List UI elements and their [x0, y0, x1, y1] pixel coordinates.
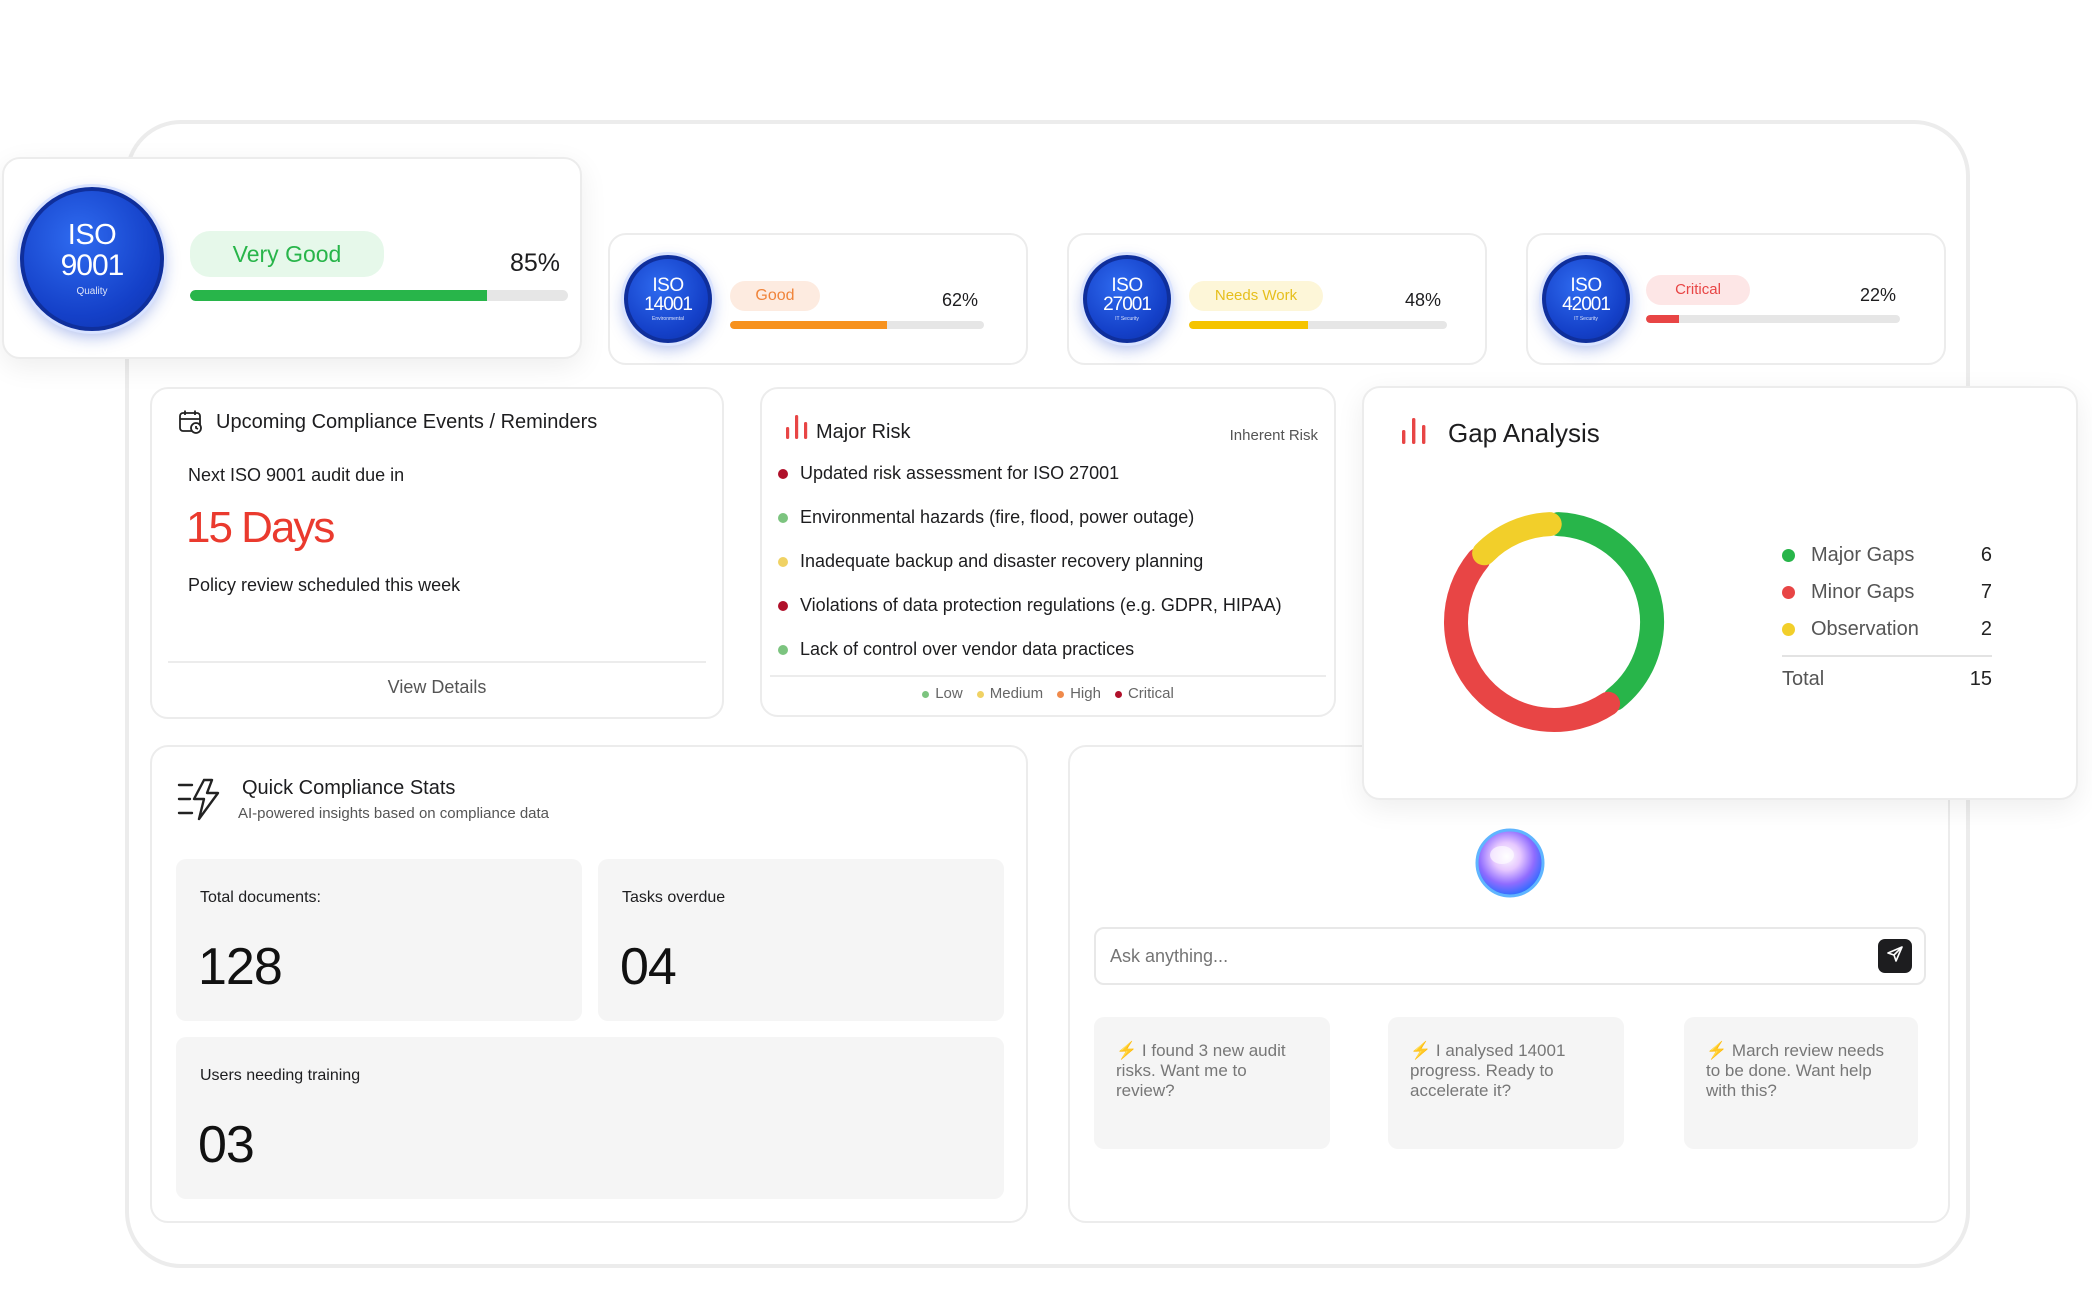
iso-badge-27001: ISO 27001 IT Security — [1083, 255, 1171, 343]
iso-badge-14001: ISO 14001 Environmental — [624, 255, 712, 343]
ask-input[interactable] — [1110, 941, 1870, 971]
bolt-icon: ⚡ — [1116, 1041, 1138, 1060]
progress-fill — [1189, 321, 1308, 329]
gap-total: Total 15 — [1782, 668, 1992, 690]
ai-stats-icon — [176, 777, 224, 828]
suggestion-card[interactable]: ⚡ March review needs to be done. Want he… — [1684, 1017, 1918, 1149]
percent-27001: 48% — [1405, 290, 1442, 310]
risk-item: Lack of control over vendor data practic… — [778, 639, 1134, 660]
gap-donut-chart — [1444, 512, 1664, 732]
view-details-link[interactable]: View Details — [152, 677, 722, 698]
inherent-risk-label: Inherent Risk — [1229, 427, 1318, 444]
iso-card-27001[interactable]: ISO 27001 IT Security Needs Work 48% — [1067, 233, 1487, 365]
progress-fill — [190, 290, 487, 301]
quick-stats-subtitle: AI-powered insights based on compliance … — [238, 805, 550, 822]
bolt-icon: ⚡ — [1706, 1041, 1728, 1060]
risk-item: Updated risk assessment for ISO 27001 — [778, 463, 1119, 484]
risk-dot — [778, 512, 788, 523]
percent-9001: 85% — [510, 249, 561, 277]
bar-chart-icon — [1400, 416, 1428, 451]
gap-legend-item: Major Gaps 6 — [1782, 544, 1992, 567]
legend-critical: Critical — [1114, 685, 1174, 702]
status-pill-42001: Critical — [1646, 275, 1750, 305]
percent-14001: 62% — [942, 290, 979, 310]
events-title: Upcoming Compliance Events / Reminders — [216, 411, 598, 433]
iso-card-9001[interactable]: ISO 9001 Quality Very Good 85% — [2, 157, 582, 359]
percent-42001: 22% — [1860, 285, 1897, 305]
stat-tasks-overdue: Tasks overdue 04 — [598, 859, 1004, 1021]
bar-chart-icon — [784, 413, 810, 446]
gap-legend: Major Gaps 6 Minor Gaps 7 Observation 2 Tot… — [1782, 388, 2002, 788]
quick-stats-card: Quick Compliance Stats AI-powered insigh… — [150, 745, 1028, 1223]
progress-fill — [1646, 315, 1680, 323]
gap-analysis-title: Gap Analysis — [1448, 418, 1600, 448]
progress-fill — [730, 321, 888, 329]
stat-total-documents: Total documents: 128 — [176, 859, 582, 1021]
donut-segment-major-gaps — [1546, 512, 1664, 711]
policy-text: Policy review scheduled this week — [188, 575, 461, 595]
risk-dot — [778, 600, 788, 611]
progress-bar-9001 — [190, 290, 568, 301]
audit-days: 15 Days — [186, 503, 335, 552]
stat-users-training: Users needing training 03 — [176, 1037, 1004, 1199]
progress-bar-27001 — [1189, 321, 1447, 329]
major-risk-card: Major Risk Inherent Risk Updated risk as… — [760, 387, 1336, 717]
iso-badge-42001: ISO 42001 IT Security — [1542, 255, 1630, 343]
send-button[interactable] — [1878, 939, 1912, 973]
risk-legend: Low Medium High Critical — [762, 685, 1334, 702]
calendar-icon — [178, 409, 204, 440]
divider — [168, 661, 706, 663]
status-pill-27001: Needs Work — [1189, 281, 1323, 311]
ask-input-box[interactable] — [1094, 927, 1926, 985]
risk-item: Inadequate backup and disaster recovery … — [778, 551, 1203, 572]
ai-assistant-card: ⚡ I found 3 new audit risks. Want me to … — [1068, 745, 1950, 1223]
divider — [1782, 655, 1992, 657]
upcoming-events-card: Upcoming Compliance Events / Reminders N… — [150, 387, 724, 719]
legend-low: Low — [922, 685, 963, 702]
ai-orb-icon[interactable] — [1472, 825, 1548, 906]
bolt-icon: ⚡ — [1410, 1041, 1432, 1060]
send-icon — [1887, 945, 1903, 967]
iso-card-14001[interactable]: ISO 14001 Environmental Good 62% — [608, 233, 1028, 365]
gap-analysis-card: Gap Analysis Major Gaps 6 Minor Gaps 7 Obs… — [1362, 386, 2078, 800]
legend-high: High — [1057, 685, 1101, 702]
progress-bar-14001 — [730, 321, 984, 329]
status-pill-14001: Good — [730, 281, 820, 311]
gap-legend-item: Observation 2 — [1782, 618, 1992, 641]
donut-segment-observation — [1472, 512, 1562, 566]
quick-stats-title: Quick Compliance Stats — [242, 777, 456, 799]
iso-badge-9001: ISO 9001 Quality — [20, 187, 164, 331]
divider — [770, 675, 1326, 677]
risk-dot — [778, 644, 788, 655]
progress-bar-42001 — [1646, 315, 1900, 323]
risk-item: Environmental hazards (fire, flood, powe… — [778, 507, 1194, 528]
legend-medium: Medium — [976, 685, 1043, 702]
risk-dot — [778, 556, 788, 567]
major-risk-title: Major Risk — [816, 421, 911, 443]
suggestion-card[interactable]: ⚡ I analysed 14001 progress. Ready to ac… — [1388, 1017, 1624, 1149]
status-pill-9001: Very Good — [190, 231, 384, 277]
risk-dot — [778, 468, 788, 479]
iso-card-42001[interactable]: ISO 42001 IT Security Critical 22% — [1526, 233, 1946, 365]
audit-text: Next ISO 9001 audit due in — [188, 465, 405, 485]
risk-item: Violations of data protection regulation… — [778, 595, 1282, 616]
donut-segment-minor-gaps — [1444, 547, 1621, 732]
gap-legend-item: Minor Gaps 7 — [1782, 581, 1992, 604]
suggestion-card[interactable]: ⚡ I found 3 new audit risks. Want me to … — [1094, 1017, 1330, 1149]
